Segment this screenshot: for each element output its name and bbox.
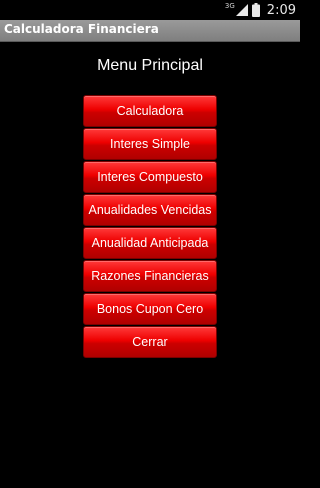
menu-heading: Menu Principal	[97, 57, 203, 74]
status-icons: 3G 2:09	[225, 1, 296, 19]
bonos-cupon-cero-button[interactable]: Bonos Cupon Cero	[83, 293, 217, 325]
anualidades-vencidas-button[interactable]: Anualidades Vencidas	[83, 194, 217, 226]
interes-simple-button[interactable]: Interes Simple	[83, 128, 217, 160]
cerrar-button[interactable]: Cerrar	[83, 326, 217, 358]
clock: 2:09	[266, 2, 296, 18]
menu-list: Calculadora Interes Simple Interes Compu…	[83, 95, 217, 359]
network-type-label: 3G	[224, 2, 235, 10]
interes-compuesto-button[interactable]: Interes Compuesto	[83, 161, 217, 193]
calculadora-button[interactable]: Calculadora	[83, 95, 217, 127]
anualidad-anticipada-button[interactable]: Anualidad Anticipada	[83, 227, 217, 259]
razones-financieras-button[interactable]: Razones Financieras	[83, 260, 217, 292]
signal-icon	[235, 4, 248, 16]
battery-icon	[251, 3, 260, 17]
app-title-bar: Calculadora Financiera	[0, 20, 300, 42]
app-screen: 3G 2:09 Calculadora Financiera Menu Prin…	[0, 0, 300, 488]
app-title: Calculadora Financiera	[4, 22, 159, 36]
status-bar: 3G 2:09	[0, 0, 300, 20]
